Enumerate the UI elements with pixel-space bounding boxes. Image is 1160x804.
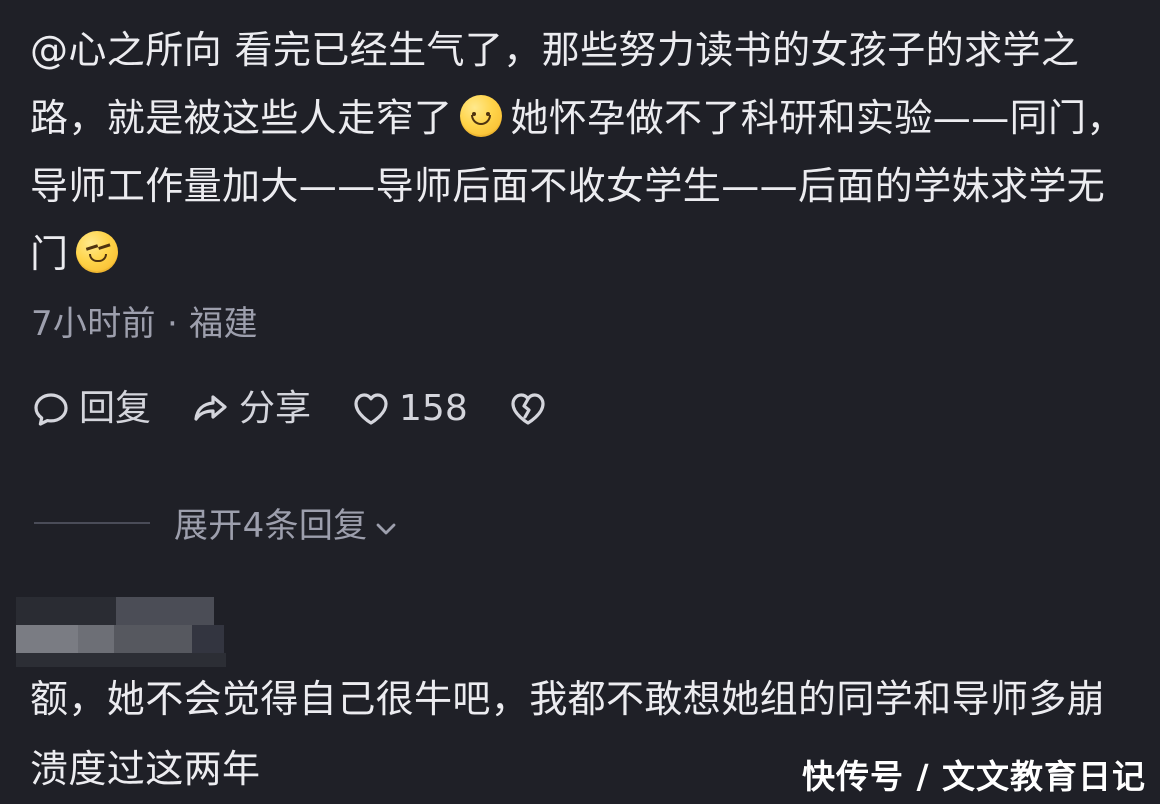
- comment-screen: @心之所向 看完已经生气了，那些努力读书的女孩子的求学之路，就是被这些人走窄了她…: [0, 0, 1160, 802]
- reply-label: 回复: [79, 388, 152, 429]
- blur-block: [78, 625, 114, 653]
- comment-meta: 7小时前 · 福建: [31, 304, 258, 344]
- reply-divider: [34, 521, 150, 524]
- blur-block: [16, 597, 118, 625]
- expand-replies-row: 展开4条回复: [34, 498, 399, 547]
- reply-button[interactable]: 回复: [31, 389, 151, 429]
- wink-emoji-icon: [76, 231, 119, 273]
- blur-block: [16, 625, 78, 653]
- broken-heart-icon: [508, 389, 548, 429]
- speech-bubble-icon: [31, 389, 71, 429]
- expand-replies-label: 展开4条回复: [174, 506, 368, 546]
- blur-block: [114, 625, 192, 653]
- comment-text: @心之所向 看完已经生气了，那些努力读书的女孩子的求学之路，就是被这些人走窄了她…: [30, 16, 1126, 288]
- chevron-down-icon: [373, 511, 399, 537]
- dislike-button[interactable]: [508, 389, 548, 429]
- like-count: 158: [399, 388, 468, 429]
- blurred-username: [16, 597, 226, 667]
- blur-block: [192, 625, 224, 653]
- blur-block: [116, 597, 214, 625]
- heart-icon: [351, 389, 391, 429]
- share-label: 分享: [239, 388, 312, 429]
- smile-emoji-icon: [460, 95, 503, 137]
- like-button[interactable]: 158: [351, 389, 468, 429]
- watermark-text: 快传号 / 文文教育日记: [801, 757, 1146, 796]
- share-arrow-icon: [191, 389, 231, 429]
- comment-actions: 回复 分享 158: [31, 389, 548, 429]
- comment-block: @心之所向 看完已经生气了，那些努力读书的女孩子的求学之路，就是被这些人走窄了她…: [30, 16, 1126, 288]
- expand-replies-button[interactable]: 展开4条回复: [174, 498, 399, 547]
- share-button[interactable]: 分享: [191, 389, 311, 429]
